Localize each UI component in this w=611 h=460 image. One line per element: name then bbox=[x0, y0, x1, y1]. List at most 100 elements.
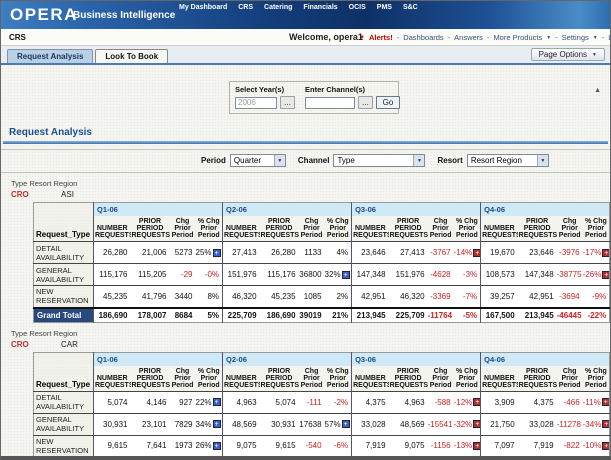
value-cell: 48,569 bbox=[223, 413, 260, 435]
tab-look-to-book[interactable]: Look To Book bbox=[95, 49, 168, 63]
value-cell: 23,101 bbox=[131, 413, 170, 435]
value-cell: 30,931 bbox=[94, 413, 131, 435]
value-cell: -3694 bbox=[557, 286, 583, 308]
corner-cell bbox=[34, 203, 94, 217]
negative-change-icon[interactable]: + bbox=[473, 420, 480, 428]
value-cell: -466 bbox=[557, 391, 583, 413]
quarter-header: Q2-06 bbox=[223, 352, 352, 366]
value-cell: 1085 bbox=[299, 286, 325, 308]
positive-change-icon[interactable]: + bbox=[213, 442, 221, 450]
negative-change-icon[interactable]: + bbox=[602, 442, 609, 450]
measure-header: NUMBER REQUESTS bbox=[352, 216, 389, 242]
positive-change-icon[interactable]: + bbox=[342, 420, 350, 428]
value-cell: -14%+ bbox=[454, 242, 481, 264]
value-cell: 5,074 bbox=[260, 391, 299, 413]
value-cell: -17%+ bbox=[583, 242, 610, 264]
quarter-header: Q4-06 bbox=[481, 203, 610, 217]
chevron-down-icon: ▼ bbox=[593, 35, 598, 41]
value-cell: 36800 bbox=[299, 264, 325, 286]
measure-header: NUMBER REQUESTS bbox=[481, 366, 518, 392]
page-options-button[interactable]: Page Options ▼ bbox=[531, 48, 605, 61]
chevron-down-icon: ▼ bbox=[413, 155, 424, 166]
value-cell: 45,235 bbox=[260, 286, 299, 308]
value-cell: -13%+ bbox=[454, 435, 481, 457]
tab-request-analysis[interactable]: Request Analysis bbox=[7, 49, 93, 63]
measure-header: PRIOR PERIOD REQUESTS bbox=[260, 216, 299, 242]
positive-change-icon[interactable]: + bbox=[213, 420, 221, 428]
value-cell: 33,028 bbox=[352, 413, 389, 435]
answers-link[interactable]: Answers bbox=[454, 33, 483, 42]
nav-item-ocis[interactable]: OCIS bbox=[349, 4, 366, 11]
top-banner: OPERA Business Intelligence My Dashboard… bbox=[1, 1, 610, 29]
positive-change-icon[interactable]: + bbox=[342, 271, 350, 279]
value-cell: 21,006 bbox=[131, 242, 170, 264]
year-input[interactable] bbox=[235, 97, 277, 109]
measure-header: % Chg Prior Period bbox=[196, 216, 223, 242]
measure-header: PRIOR PERIOD REQUESTS bbox=[131, 366, 170, 392]
negative-change-icon[interactable]: + bbox=[473, 398, 480, 406]
breadcrumb: CRS bbox=[9, 33, 26, 42]
negative-change-icon[interactable]: + bbox=[602, 271, 609, 279]
negative-change-icon[interactable]: + bbox=[602, 249, 609, 257]
value-cell: 42,951 bbox=[518, 286, 557, 308]
channel-browse-button[interactable]: ... bbox=[358, 96, 373, 109]
nav-item-financials[interactable]: Financials bbox=[303, 4, 337, 11]
value-cell: 34%+ bbox=[196, 413, 223, 435]
value-cell: 19,670 bbox=[481, 242, 518, 264]
value-cell: 8684 bbox=[170, 308, 196, 323]
row-label: NEW RESERVATION bbox=[34, 286, 94, 308]
year-browse-button[interactable]: ... bbox=[280, 96, 295, 109]
nav-item-pms[interactable]: PMS bbox=[377, 4, 392, 11]
value-cell: 1133 bbox=[299, 242, 325, 264]
measure-header: PRIOR PERIOD REQUESTS bbox=[389, 216, 428, 242]
go-button[interactable]: Go bbox=[376, 96, 400, 109]
channel-input[interactable] bbox=[305, 97, 355, 109]
positive-change-icon[interactable]: + bbox=[213, 398, 221, 406]
collapse-section-icon[interactable]: ▲ bbox=[594, 87, 601, 94]
corner-cell bbox=[34, 352, 94, 366]
pivot-table: Q1-06Q2-06Q3-06Q4-06Request_TypeNUMBER R… bbox=[33, 352, 610, 460]
negative-change-icon[interactable]: + bbox=[602, 398, 610, 406]
value-cell: -7% bbox=[454, 286, 481, 308]
value-cell: -22% bbox=[583, 308, 610, 323]
channel-select[interactable]: Type ▼ bbox=[333, 154, 425, 167]
title-rule bbox=[3, 141, 608, 144]
value-cell: 225,709 bbox=[389, 308, 428, 323]
pivot-table-car: Q1-06Q2-06Q3-06Q4-06Request_TypeNUMBER R… bbox=[33, 352, 610, 460]
nav-item-crs[interactable]: CRS bbox=[238, 4, 253, 11]
value-cell: -12%+ bbox=[454, 391, 481, 413]
positive-change-icon[interactable]: + bbox=[213, 249, 221, 257]
chevron-down-icon: ▼ bbox=[592, 52, 597, 58]
value-cell: -11764 bbox=[428, 308, 454, 323]
value-cell: 147,348 bbox=[352, 264, 389, 286]
table-row: GENERAL AVAILABILITY115,176115,205-29-0%… bbox=[34, 264, 610, 286]
row-label: GENERAL AVAILABILITY bbox=[34, 413, 94, 435]
value-cell: 151,976 bbox=[389, 264, 428, 286]
measure-header: NUMBER REQUESTS bbox=[223, 366, 260, 392]
measure-header: % Chg Prior Period bbox=[454, 366, 481, 392]
value-cell: 39019 bbox=[299, 308, 325, 323]
more-products-link[interactable]: More Products bbox=[493, 33, 542, 42]
negative-change-icon[interactable]: + bbox=[473, 442, 480, 450]
nav-item-my-dashboard[interactable]: My Dashboard bbox=[179, 4, 227, 11]
measure-header: % Chg Prior Period bbox=[454, 216, 481, 242]
measure-header: NUMBER REQUESTS bbox=[94, 216, 131, 242]
nav-item-catering[interactable]: Catering bbox=[264, 4, 292, 11]
value-cell: 39,257 bbox=[481, 286, 518, 308]
dashboards-link[interactable]: Dashboards bbox=[403, 33, 443, 42]
value-cell: 9,615 bbox=[94, 435, 131, 457]
value-cell: 57%+ bbox=[325, 413, 352, 435]
period-label: Period bbox=[201, 156, 226, 165]
value-cell: 4,963 bbox=[389, 391, 428, 413]
nav-item-sc[interactable]: S&C bbox=[403, 4, 418, 11]
resort-select[interactable]: Resort Region ▼ bbox=[467, 154, 549, 167]
negative-change-icon[interactable]: + bbox=[602, 420, 609, 428]
period-select[interactable]: Quarter ▼ bbox=[230, 154, 286, 167]
welcome-bar: CRS Welcome, opera1 ▼ Alerts! - Dashboar… bbox=[1, 29, 610, 46]
alerts-link[interactable]: Alerts! bbox=[369, 33, 393, 42]
negative-change-icon[interactable]: + bbox=[473, 249, 480, 257]
value-cell: 23,646 bbox=[352, 242, 389, 264]
measure-header: PRIOR PERIOD REQUESTS bbox=[260, 366, 299, 392]
settings-link[interactable]: Settings bbox=[562, 33, 589, 42]
value-cell: 46,320 bbox=[223, 286, 260, 308]
